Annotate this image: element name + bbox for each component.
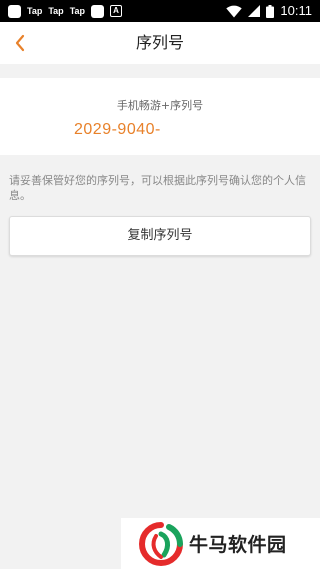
notification-app-icon-2	[91, 4, 105, 18]
a-letter-icon: A	[110, 5, 123, 17]
signal-icon	[248, 5, 261, 17]
watermark-text: 牛马软件园	[189, 534, 287, 556]
notification-tap-2: Tap	[48, 6, 64, 16]
serial-value: 2029-9040-	[74, 121, 161, 138]
status-notifications: Tap Tap Tap A	[8, 3, 123, 19]
status-bar: Tap Tap Tap A 10:11	[0, 0, 320, 22]
watermark-logo-icon	[139, 522, 183, 566]
hint-text: 请妥善保管好您的序列号，可以根据此序列号确认您的个人信息。	[9, 174, 306, 202]
serial-label: 手机畅游+序列号	[116, 99, 204, 112]
serial-redaction	[165, 118, 225, 142]
page-title: 序列号	[135, 33, 184, 52]
status-system: 10:11	[226, 2, 312, 20]
top-app-bar: 序列号	[0, 22, 320, 64]
notification-tap-1: Tap	[27, 6, 43, 16]
notification-tap-3: Tap	[69, 6, 86, 16]
notification-app-icon	[8, 4, 21, 18]
watermark: 牛马软件园	[121, 518, 320, 569]
battery-icon	[266, 4, 275, 18]
wifi-icon	[226, 5, 243, 17]
status-time: 10:11	[280, 3, 312, 18]
copy-serial-button[interactable]: 复制序列号	[9, 216, 311, 256]
serial-card: 手机畅游+序列号 2029-9040-	[0, 78, 320, 155]
